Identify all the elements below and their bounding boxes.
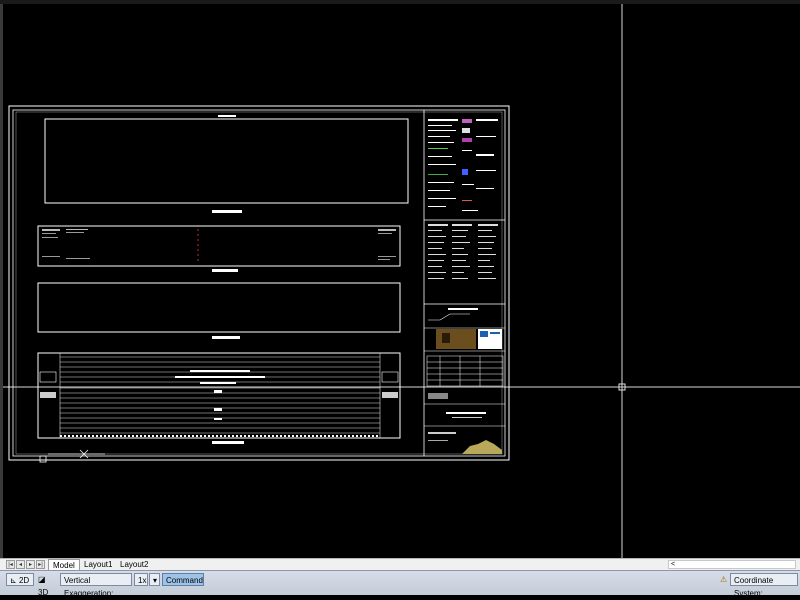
toggle-3d-button[interactable]: ◪ 3D [35, 573, 59, 597]
canvas-left-border [0, 4, 3, 558]
next-tab-button[interactable]: ▸ [26, 560, 35, 569]
drawing-sheet [0, 4, 800, 558]
last-tab-button[interactable]: ▸| [36, 560, 45, 569]
terrain-thumbnail [462, 440, 502, 454]
viewport-4 [37, 352, 401, 439]
command-button[interactable]: Command [162, 573, 204, 586]
scroll-left-arrow[interactable]: < [669, 561, 675, 568]
vertical-exaggeration-label: Vertical Exaggeration: [60, 573, 132, 598]
viewport-1 [44, 118, 409, 204]
coordinate-system-label: Coordinate System: [730, 573, 798, 598]
model-space-canvas[interactable] [0, 4, 800, 558]
btn-3d-label: 3D [38, 588, 49, 597]
toggle-2d-button[interactable]: ⊾ 2D [6, 573, 34, 586]
first-tab-button[interactable]: |◂ [6, 560, 15, 569]
cube-icon: ◪ [38, 575, 46, 584]
vertical-exaggeration-value[interactable]: 1x [134, 573, 148, 586]
title-block [428, 119, 498, 211]
tab-layout2[interactable]: Layout2 [116, 559, 152, 570]
viewport-3 [37, 282, 401, 333]
vertical-exaggeration-dropdown[interactable]: ▾ [149, 573, 160, 586]
status-bar: ⊾ 2D ◪ 3D Vertical Exaggeration: 1x ▾ Co… [0, 570, 800, 598]
viewport-2 [37, 225, 401, 267]
horizontal-scrollbar[interactable]: < [668, 560, 796, 569]
prev-tab-button[interactable]: ◂ [16, 560, 25, 569]
tab-layout1[interactable]: Layout1 [80, 559, 116, 570]
btn-2d-label: 2D [18, 576, 30, 585]
ucs-icon: ⊾ [10, 576, 17, 585]
warning-icon[interactable]: ⚠ [717, 573, 729, 586]
